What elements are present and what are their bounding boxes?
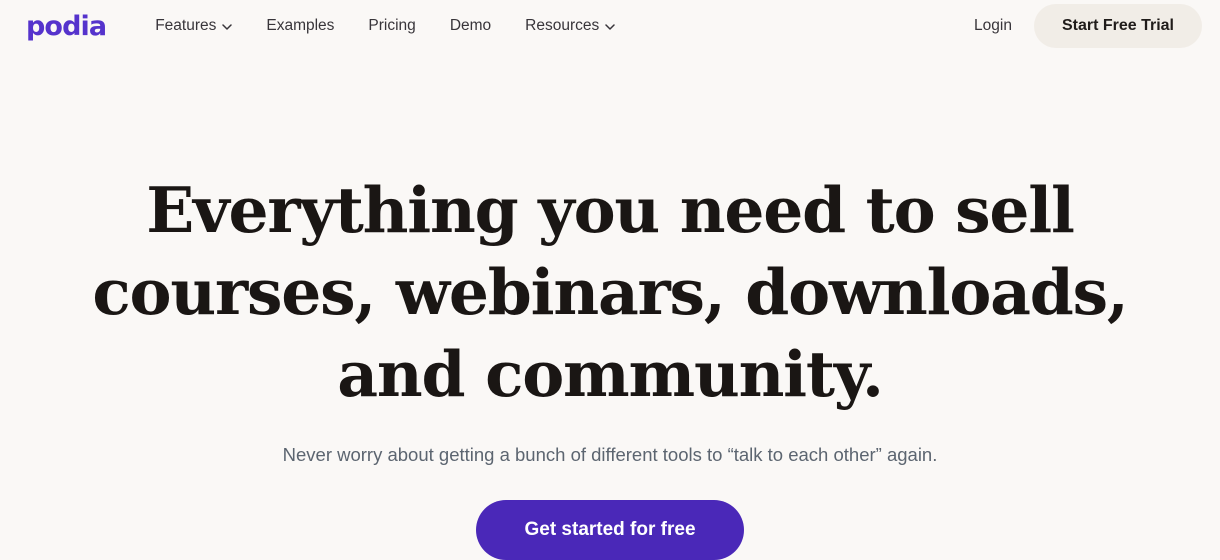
nav-item-label: Features [155, 17, 217, 35]
hero-headline: Everything you need to sell courses, web… [92, 173, 1128, 411]
hero-section: Everything you need to sell courses, web… [0, 52, 1220, 560]
nav-item-features[interactable]: Features [138, 12, 249, 40]
nav-item-label: Examples [266, 17, 335, 35]
login-link[interactable]: Login [960, 12, 1026, 40]
nav-item-label: Resources [525, 17, 600, 35]
primary-navigation: Features Examples Pricing Demo Resources [138, 12, 632, 40]
nav-item-pricing[interactable]: Pricing [351, 12, 432, 40]
hero-cta-container: Get started for free [0, 500, 1220, 560]
chevron-down-icon [222, 22, 233, 32]
nav-item-demo[interactable]: Demo [433, 12, 508, 40]
start-free-trial-button[interactable]: Start Free Trial [1033, 4, 1202, 48]
podia-landing-page: podia Features Examples Pricing Demo Res… [0, 0, 1220, 560]
nav-item-resources[interactable]: Resources [508, 12, 632, 40]
nav-item-label: Demo [449, 17, 492, 35]
podia-logo[interactable]: podia [26, 13, 107, 40]
get-started-for-free-button[interactable]: Get started for free [476, 500, 744, 560]
header-actions: Login Start Free Trial [960, 4, 1202, 48]
hero-subheadline: Never worry about getting a bunch of dif… [282, 443, 938, 465]
site-header: podia Features Examples Pricing Demo Res… [0, 0, 1220, 52]
chevron-down-icon [605, 22, 616, 32]
nav-item-label: Pricing [368, 17, 416, 35]
nav-item-examples[interactable]: Examples [249, 12, 351, 40]
